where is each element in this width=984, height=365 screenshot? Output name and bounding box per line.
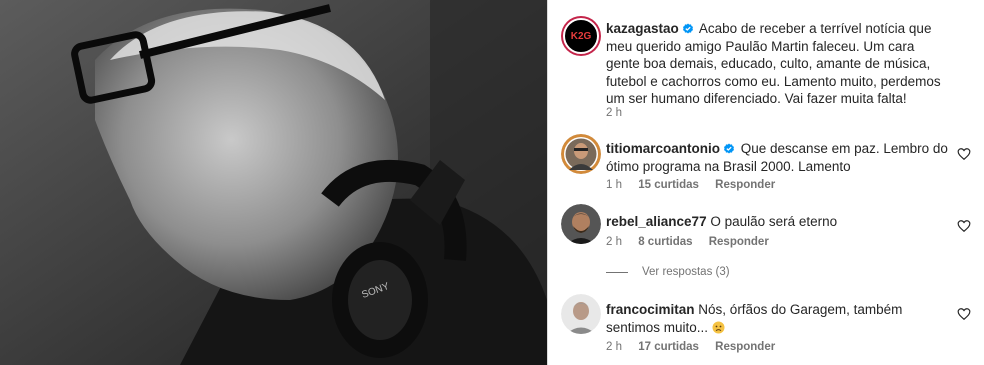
avatar-logo: K2G bbox=[570, 30, 592, 42]
view-replies-button[interactable]: Ver respostas (3) bbox=[606, 266, 730, 278]
caption-text: kazagastao Acabo de receber a terrível n… bbox=[606, 20, 951, 108]
comment-username[interactable]: rebel_aliance77 bbox=[606, 214, 707, 229]
post-author-username[interactable]: kazagastao bbox=[606, 21, 679, 36]
reply-button[interactable]: Responder bbox=[715, 341, 775, 353]
comment-body: O paulão será eterno bbox=[710, 214, 838, 229]
heart-outline-icon[interactable] bbox=[957, 219, 971, 233]
heart-outline-icon[interactable] bbox=[957, 307, 971, 321]
reply-button[interactable]: Responder bbox=[715, 179, 775, 191]
caption-meta: 2 h bbox=[606, 107, 635, 119]
verified-badge-icon bbox=[724, 143, 734, 154]
comment-likes[interactable]: 17 curtidas bbox=[638, 341, 699, 353]
comment-meta: 2 h 8 curtidas Responder bbox=[606, 236, 782, 248]
sad-face-emoji-icon bbox=[712, 321, 725, 333]
avatar[interactable] bbox=[561, 294, 601, 334]
comment-time[interactable]: 1 h bbox=[606, 179, 622, 191]
panel-divider bbox=[547, 0, 548, 365]
comment-text: francocimitan Nós, órfãos do Garagem, ta… bbox=[606, 301, 951, 336]
avatar[interactable] bbox=[561, 204, 601, 244]
comment-time[interactable]: 2 h bbox=[606, 341, 622, 353]
comment-meta: 1 h 15 curtidas Responder bbox=[606, 179, 788, 191]
comment-time[interactable]: 2 h bbox=[606, 236, 622, 248]
comment-meta: 2 h 17 curtidas Responder bbox=[606, 341, 788, 353]
comment-likes[interactable]: 8 curtidas bbox=[638, 236, 692, 248]
photo-illustration: SONY bbox=[0, 0, 547, 365]
post-photo: SONY bbox=[0, 0, 547, 365]
replies-divider-line bbox=[606, 271, 628, 273]
view-replies-label: Ver respostas (3) bbox=[642, 266, 730, 278]
comment-text: rebel_aliance77 O paulão será eterno bbox=[606, 213, 951, 231]
caption-time[interactable]: 2 h bbox=[606, 107, 622, 119]
avatar[interactable]: K2G bbox=[561, 16, 601, 56]
verified-badge-icon bbox=[682, 23, 693, 34]
comment-username[interactable]: titiomarcoantonio bbox=[606, 141, 720, 156]
comment-text: titiomarcoantonio Que descanse em paz. L… bbox=[606, 140, 951, 175]
heart-outline-icon[interactable] bbox=[957, 147, 971, 161]
reply-button[interactable]: Responder bbox=[709, 236, 769, 248]
comments-panel: K2G kazagastao Acabo de receber a terrív… bbox=[547, 0, 984, 365]
comment-likes[interactable]: 15 curtidas bbox=[638, 179, 699, 191]
comment-username[interactable]: francocimitan bbox=[606, 302, 695, 317]
avatar[interactable] bbox=[561, 134, 601, 174]
